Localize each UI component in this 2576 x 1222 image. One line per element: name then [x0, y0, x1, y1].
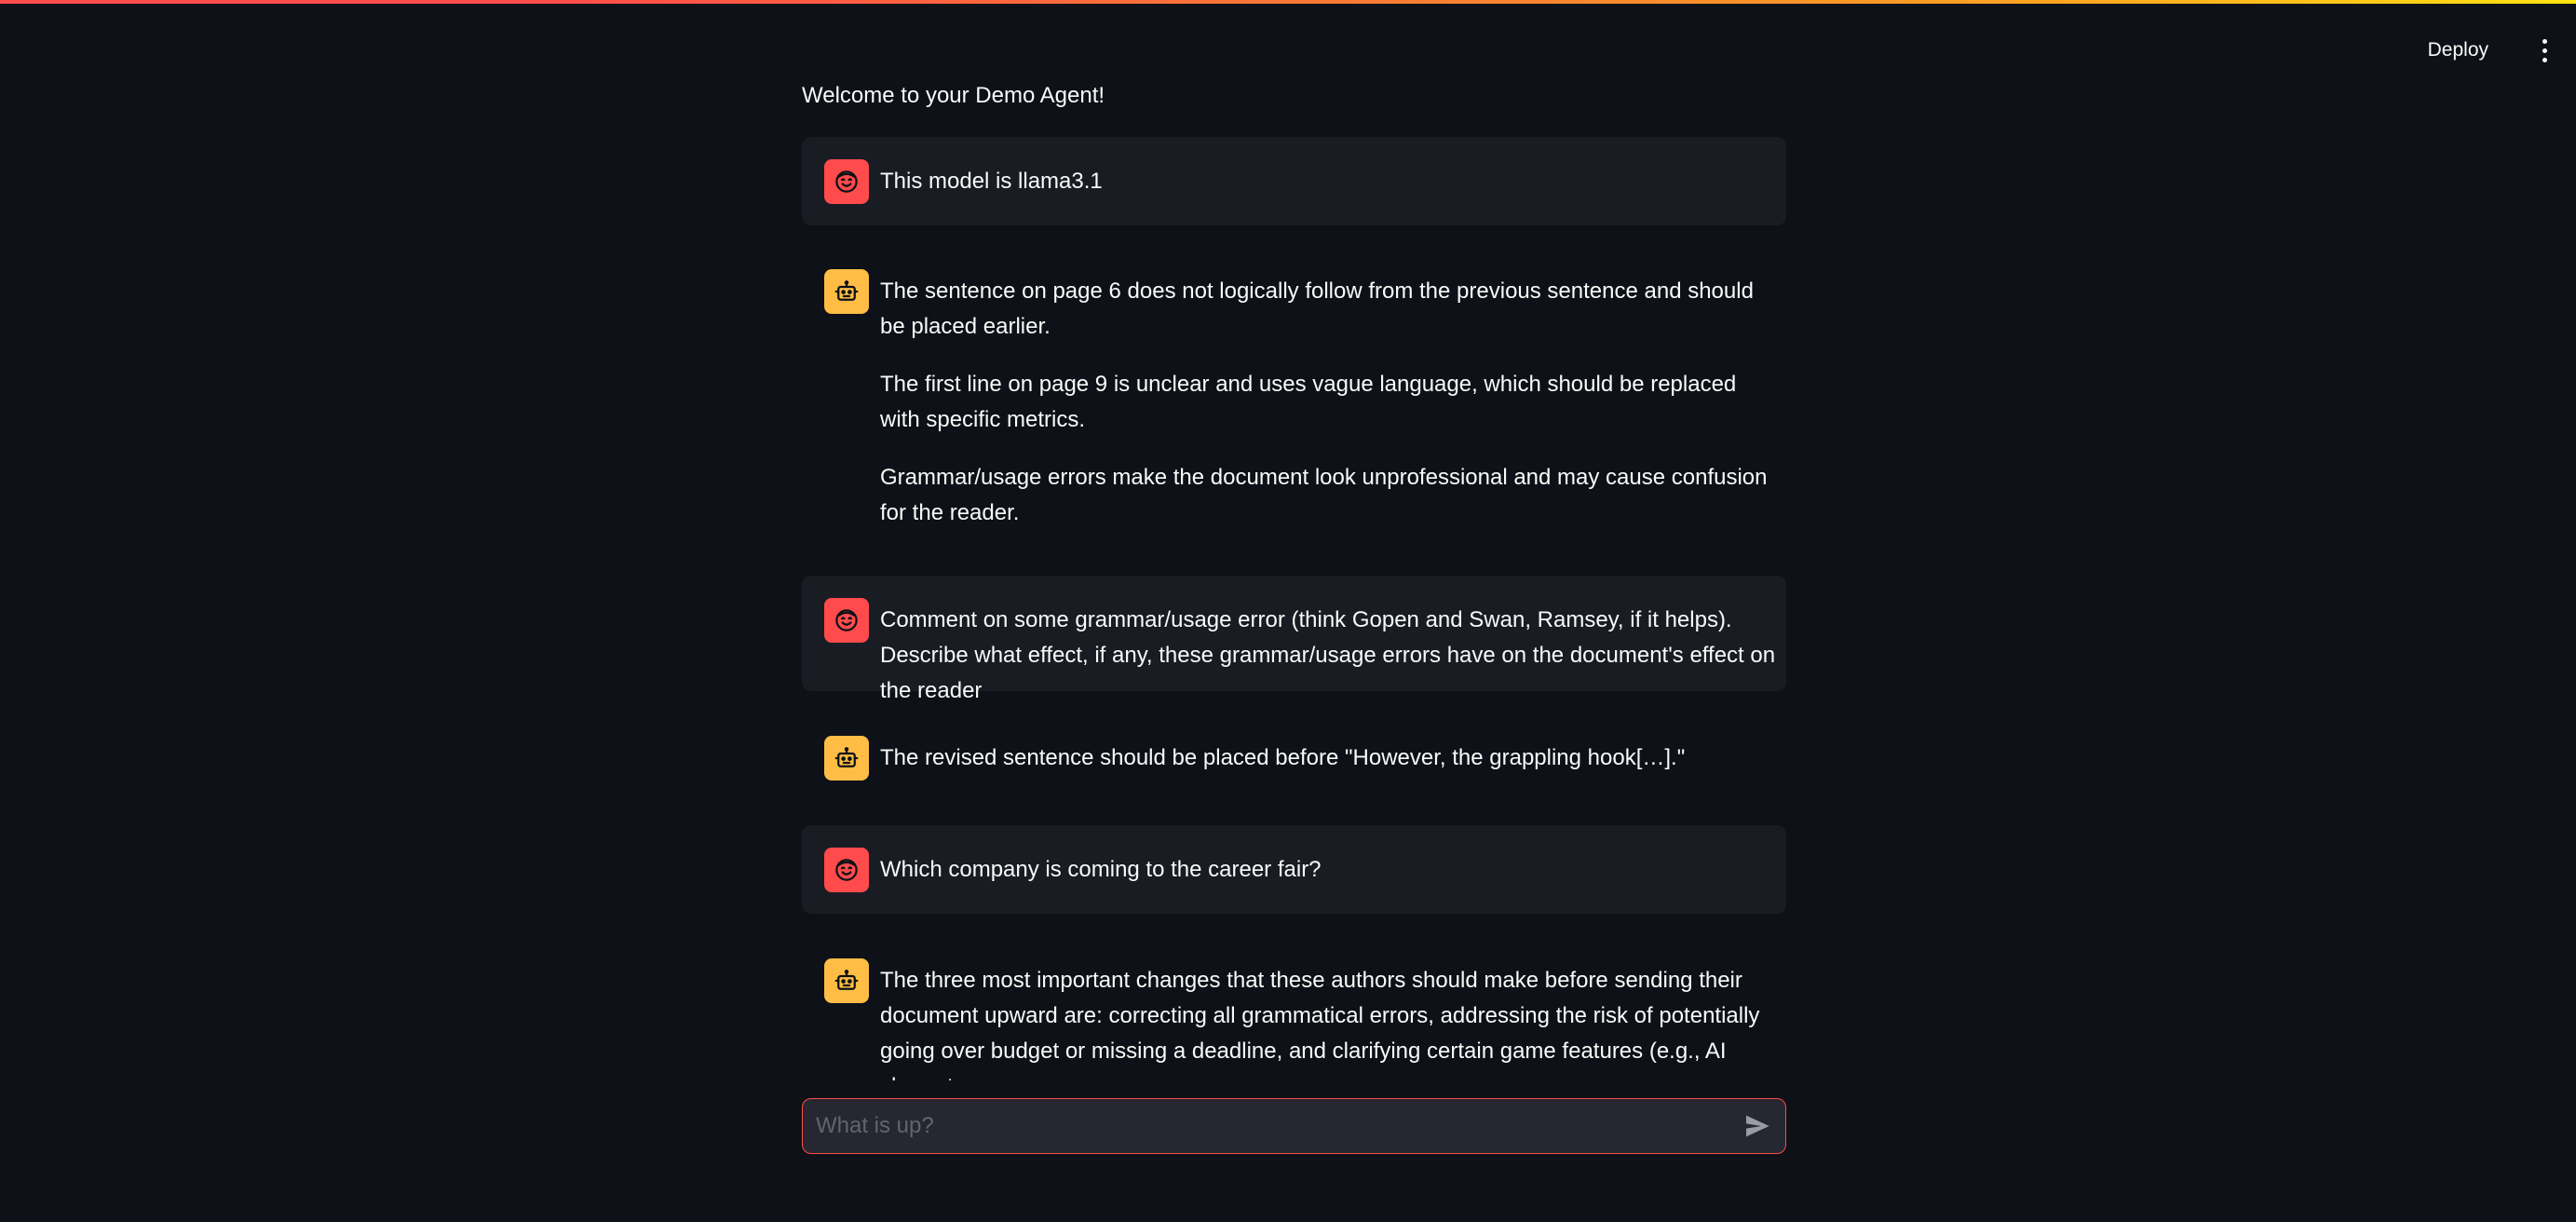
message-paragraph: The revised sentence should be placed be…: [880, 745, 1686, 770]
message-content: The three most important changes that th…: [880, 958, 1779, 1080]
chat-input-container: [802, 1098, 1786, 1154]
message-content: Comment on some grammar/usage error (thi…: [880, 598, 1779, 709]
chat-message-user: This model is llama3.1: [802, 137, 1786, 225]
message-paragraph: This model is llama3.1: [880, 169, 1103, 194]
send-arrow-icon[interactable]: [1729, 1099, 1785, 1153]
message-paragraph: Which company is coming to the career fa…: [880, 857, 1322, 882]
chat-message-assistant: The three most important changes that th…: [802, 936, 1786, 1080]
smiley-face-icon: [824, 159, 869, 204]
message-paragraph: The first line on page 9 is unclear and …: [880, 372, 1737, 432]
message-paragraph: Comment on some grammar/usage error (thi…: [880, 607, 1776, 703]
message-content: The sentence on page 6 does not logicall…: [880, 269, 1779, 531]
chat-message-user: Comment on some grammar/usage error (thi…: [802, 576, 1786, 703]
welcome-heading: Welcome to your Demo Agent!: [802, 83, 1105, 108]
chat-container: Welcome to your Demo Agent! This model i…: [802, 0, 1786, 1080]
message-content: Which company is coming to the career fa…: [880, 848, 1779, 888]
message-paragraph: Grammar/usage errors make the document l…: [880, 465, 1768, 525]
smiley-face-icon: [824, 598, 869, 643]
robot-icon: [824, 736, 869, 781]
more-vertical-icon[interactable]: [2531, 32, 2557, 69]
chat-message-assistant: The revised sentence should be placed be…: [802, 713, 1786, 802]
message-paragraph: The sentence on page 6 does not logicall…: [880, 278, 1754, 339]
chat-input[interactable]: [803, 1099, 1729, 1153]
deploy-button[interactable]: Deploy: [2413, 30, 2503, 71]
smiley-face-icon: [824, 848, 869, 892]
chat-message-assistant: The sentence on page 6 does not logicall…: [802, 247, 1786, 543]
chat-message-user: Which company is coming to the career fa…: [802, 825, 1786, 914]
app-header: Deploy: [2413, 0, 2576, 101]
message-paragraph: The three most important changes that th…: [880, 968, 1760, 1080]
robot-icon: [824, 269, 869, 314]
message-content: This model is llama3.1: [880, 159, 1779, 199]
robot-icon: [824, 958, 869, 1003]
message-content: The revised sentence should be placed be…: [880, 736, 1779, 776]
